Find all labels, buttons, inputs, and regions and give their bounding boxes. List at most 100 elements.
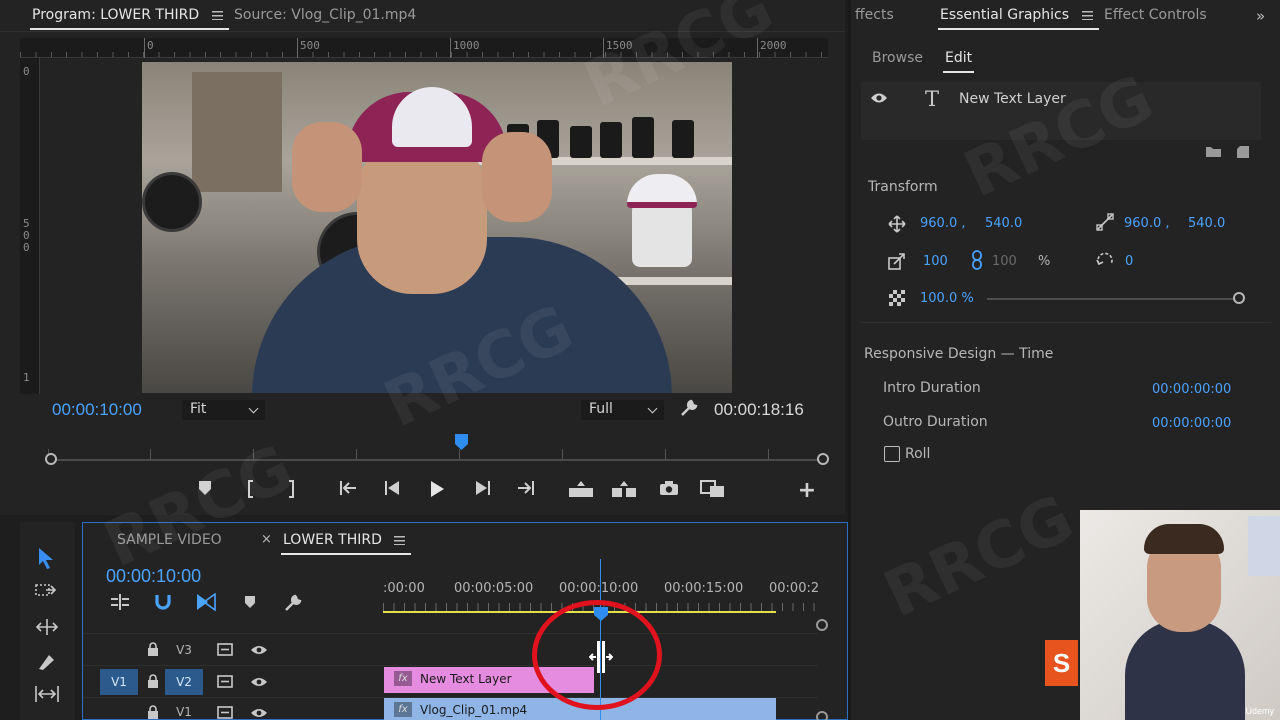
timeline-timecode[interactable]: 00:00:10:00	[106, 566, 201, 587]
active-tab-underline	[943, 71, 975, 73]
program-tab-label: Program: LOWER THIRD	[32, 7, 200, 23]
close-tab-icon[interactable]: ×	[261, 532, 272, 547]
program-duration-timecode: 00:00:18:16	[714, 400, 804, 419]
go-to-in-icon[interactable]	[338, 480, 360, 502]
snap-magnet-icon[interactable]	[154, 593, 172, 615]
chevron-down-icon	[248, 403, 259, 414]
scrub-tick	[562, 449, 563, 459]
slip-tool-icon[interactable]	[34, 685, 60, 707]
anchor-x-value[interactable]: 960.0 ,	[1124, 216, 1169, 231]
ruler-time-label: 00:00:10:00	[559, 581, 639, 596]
roll-checkbox[interactable]	[884, 446, 900, 462]
timeline-zoom-handle[interactable]	[816, 619, 828, 631]
outro-duration-value[interactable]: 00:00:00:00	[1152, 416, 1231, 431]
eye-visibility-icon[interactable]	[250, 707, 268, 720]
linked-selection-icon[interactable]	[196, 592, 216, 615]
scale-value[interactable]: 100	[923, 254, 948, 269]
zoom-fit-select[interactable]: Fit	[182, 400, 265, 420]
ripple-edit-icon[interactable]	[35, 618, 59, 640]
track-header-v3: V3	[85, 635, 383, 665]
position-x-value[interactable]: 960.0 ,	[920, 216, 965, 231]
anchor-y-value[interactable]: 540.0	[1188, 216, 1225, 231]
sample-video-tab-label: SAMPLE VIDEO	[117, 532, 222, 548]
ruler-label: 0	[147, 39, 154, 52]
track-lock-icon[interactable]	[147, 705, 159, 720]
track-select-forward-icon[interactable]	[35, 582, 57, 604]
layer-name-label[interactable]: New Text Layer	[959, 91, 1066, 107]
scrub-tick	[459, 449, 460, 459]
program-video-frame[interactable]	[142, 62, 732, 393]
new-group-folder-icon[interactable]	[1205, 145, 1222, 162]
mark-out-icon[interactable]	[280, 480, 302, 502]
eye-visibility-icon[interactable]	[870, 91, 888, 109]
camera-lens-image	[672, 120, 694, 158]
tab-lower-third[interactable]: LOWER THIRD	[281, 532, 412, 555]
tab-browse[interactable]: Browse	[872, 50, 923, 66]
tab-edit[interactable]: Edit	[943, 50, 975, 73]
opacity-value[interactable]: 100.0 %	[920, 291, 974, 306]
step-forward-icon[interactable]	[471, 480, 493, 502]
timeline-settings-wrench-icon[interactable]	[283, 593, 303, 617]
panel-menu-icon[interactable]	[1081, 10, 1093, 20]
lift-icon[interactable]	[568, 480, 594, 502]
new-layer-icon[interactable]	[1236, 145, 1250, 163]
step-back-icon[interactable]	[382, 480, 404, 502]
rotation-icon	[1095, 250, 1115, 274]
position-y-value[interactable]: 540.0	[985, 216, 1022, 231]
link-scale-chain-icon[interactable]	[971, 250, 983, 274]
tab-sample-video[interactable]: SAMPLE VIDEO	[117, 532, 222, 548]
program-playhead-timecode[interactable]: 00:00:10:00	[52, 400, 142, 420]
play-icon[interactable]	[426, 480, 448, 502]
add-marker-icon[interactable]	[194, 480, 216, 502]
eye-visibility-icon[interactable]	[250, 644, 268, 660]
panel-overflow-chevrons-icon[interactable]: »	[1256, 7, 1265, 25]
timeline-marker-icon[interactable]	[244, 595, 256, 613]
tab-effect-controls[interactable]: Effect Controls	[1104, 7, 1207, 23]
source-patch-v1[interactable]: V1	[100, 669, 138, 695]
rotation-value[interactable]: 0	[1125, 254, 1133, 269]
tab-effects[interactable]: ffects	[855, 7, 894, 23]
opacity-slider-handle[interactable]	[1233, 292, 1245, 304]
scrub-end-handle[interactable]	[817, 453, 829, 465]
opacity-slider-track[interactable]	[987, 298, 1239, 300]
layer-list: T New Text Layer	[861, 82, 1261, 140]
go-to-out-icon[interactable]	[514, 480, 536, 502]
panel-menu-icon[interactable]	[394, 535, 406, 545]
tab-program[interactable]: Program: LOWER THIRD	[30, 7, 229, 30]
insert-sequence-nest-icon[interactable]	[110, 593, 130, 615]
track-target-v1[interactable]: V1	[165, 699, 203, 720]
eye-visibility-icon[interactable]	[250, 676, 268, 692]
razor-tool-icon[interactable]	[36, 652, 56, 676]
browse-tab-label: Browse	[872, 50, 923, 66]
sync-lock-icon[interactable]	[217, 643, 233, 660]
tab-source[interactable]: Source: Vlog_Clip_01.mp4	[234, 7, 416, 23]
track-header-v1: V1	[85, 699, 383, 720]
ruler-major-tick	[450, 38, 451, 58]
panel-menu-icon[interactable]	[211, 10, 223, 20]
track-lock-icon[interactable]	[147, 674, 159, 692]
mark-in-icon[interactable]	[240, 480, 262, 502]
ruler-v-label: 1	[23, 371, 30, 384]
position-move-icon	[888, 215, 906, 237]
scrub-start-handle[interactable]	[45, 453, 57, 465]
zoom-fit-value: Fit	[190, 401, 207, 417]
sync-lock-icon[interactable]	[217, 706, 233, 720]
selection-tool-arrow-icon[interactable]	[37, 547, 55, 573]
sync-lock-icon[interactable]	[217, 675, 233, 692]
track-target-v2[interactable]: V2	[165, 669, 203, 695]
resolution-select[interactable]: Full	[581, 400, 664, 420]
program-playhead-marker-icon[interactable]	[455, 434, 468, 450]
comparison-view-icon[interactable]	[700, 480, 726, 502]
export-frame-camera-icon[interactable]	[658, 480, 680, 502]
program-scrub-bar[interactable]	[48, 449, 826, 461]
intro-duration-value[interactable]: 00:00:00:00	[1152, 382, 1231, 397]
wrench-settings-icon[interactable]	[679, 398, 699, 418]
track-target-v3[interactable]: V3	[165, 637, 203, 663]
program-tab-bar: Program: LOWER THIRD Source: Vlog_Clip_0…	[0, 0, 845, 32]
tab-essential-graphics[interactable]: Essential Graphics	[938, 7, 1099, 30]
track-lock-icon[interactable]	[147, 642, 159, 660]
highlight-circle	[532, 600, 662, 710]
add-button-icon[interactable]: +	[796, 480, 818, 502]
timeline-zoom-handle[interactable]	[816, 711, 828, 720]
extract-icon[interactable]	[611, 480, 637, 502]
